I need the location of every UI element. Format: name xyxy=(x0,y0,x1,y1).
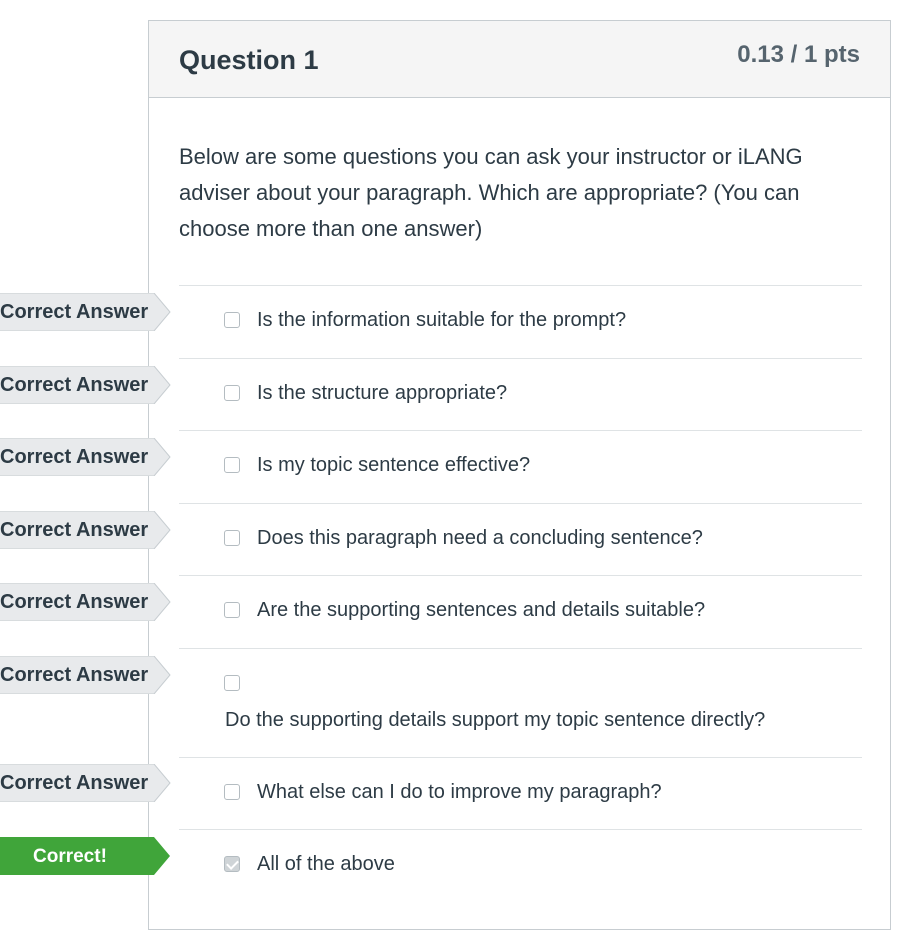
answer-label: What else can I do to improve my paragra… xyxy=(257,780,662,803)
answer-option: Does this paragraph need a concluding se… xyxy=(179,502,862,576)
correct-answer-flag: Correct Answer xyxy=(0,366,172,404)
flag-label: Correct Answer xyxy=(0,446,149,468)
correct-flag: Correct! xyxy=(0,837,172,875)
answer-option: Is the structure appropriate? xyxy=(179,357,862,431)
question-header: Question 1 0.13 / 1 pts xyxy=(149,21,890,98)
answer-option: All of the above xyxy=(179,829,862,902)
answer-checkbox[interactable] xyxy=(224,457,240,473)
flag-label: Correct Answer xyxy=(0,374,149,396)
answer-label: All of the above xyxy=(257,853,395,875)
answer-label: Is my topic sentence effective? xyxy=(257,454,531,476)
answer-option: Is the information suitable for the prom… xyxy=(179,285,862,358)
answer-option: What else can I do to improve my paragra… xyxy=(179,756,862,830)
correct-answer-flag: Correct Answer xyxy=(0,656,172,694)
answer-list: Is the information suitable for the prom… xyxy=(179,285,862,902)
answer-checkbox-checked[interactable] xyxy=(224,856,240,872)
answer-checkbox[interactable] xyxy=(224,312,240,328)
answer-label: Does this paragraph need a concluding se… xyxy=(257,526,703,549)
question-text: Below are some questions you can ask you… xyxy=(179,144,803,241)
answer-label: Are the supporting sentences and details… xyxy=(257,599,706,621)
correct-answer-flag: Correct Answer xyxy=(0,293,172,331)
answer-checkbox[interactable] xyxy=(224,783,240,800)
question-title: Question 1 xyxy=(179,45,319,75)
answer-label: Is the information suitable for the prom… xyxy=(257,309,627,331)
flag-label: Correct Answer xyxy=(0,772,149,794)
answer-option: Are the supporting sentences and details… xyxy=(179,575,862,648)
answer-checkbox[interactable] xyxy=(224,674,240,691)
flag-label: Correct Answer xyxy=(0,664,149,686)
question-points: 0.13 / 1 pts xyxy=(737,41,860,68)
quiz-results-page: Question 1 0.13 / 1 pts Below are some q… xyxy=(0,0,913,943)
correct-answer-flag: Correct Answer xyxy=(0,583,172,621)
answer-option: Is my topic sentence effective? xyxy=(179,430,862,503)
answer-option: Do the supporting details support my top… xyxy=(179,647,862,757)
flag-label: Correct Answer xyxy=(0,591,149,613)
flag-label: Correct! xyxy=(33,846,107,867)
correct-answer-flag: Correct Answer xyxy=(0,764,172,802)
answer-label: Do the supporting details support my top… xyxy=(225,708,766,731)
flag-label: Correct Answer xyxy=(0,301,149,323)
answer-checkbox[interactable] xyxy=(224,384,240,401)
flag-label: Correct Answer xyxy=(0,519,149,541)
answer-checkbox[interactable] xyxy=(224,529,240,546)
answer-label: Is the structure appropriate? xyxy=(257,381,508,404)
correct-answer-flag: Correct Answer xyxy=(0,511,172,549)
answer-checkbox[interactable] xyxy=(224,602,240,618)
question-card: Question 1 0.13 / 1 pts Below are some q… xyxy=(148,20,891,930)
correct-answer-flag: Correct Answer xyxy=(0,438,172,476)
